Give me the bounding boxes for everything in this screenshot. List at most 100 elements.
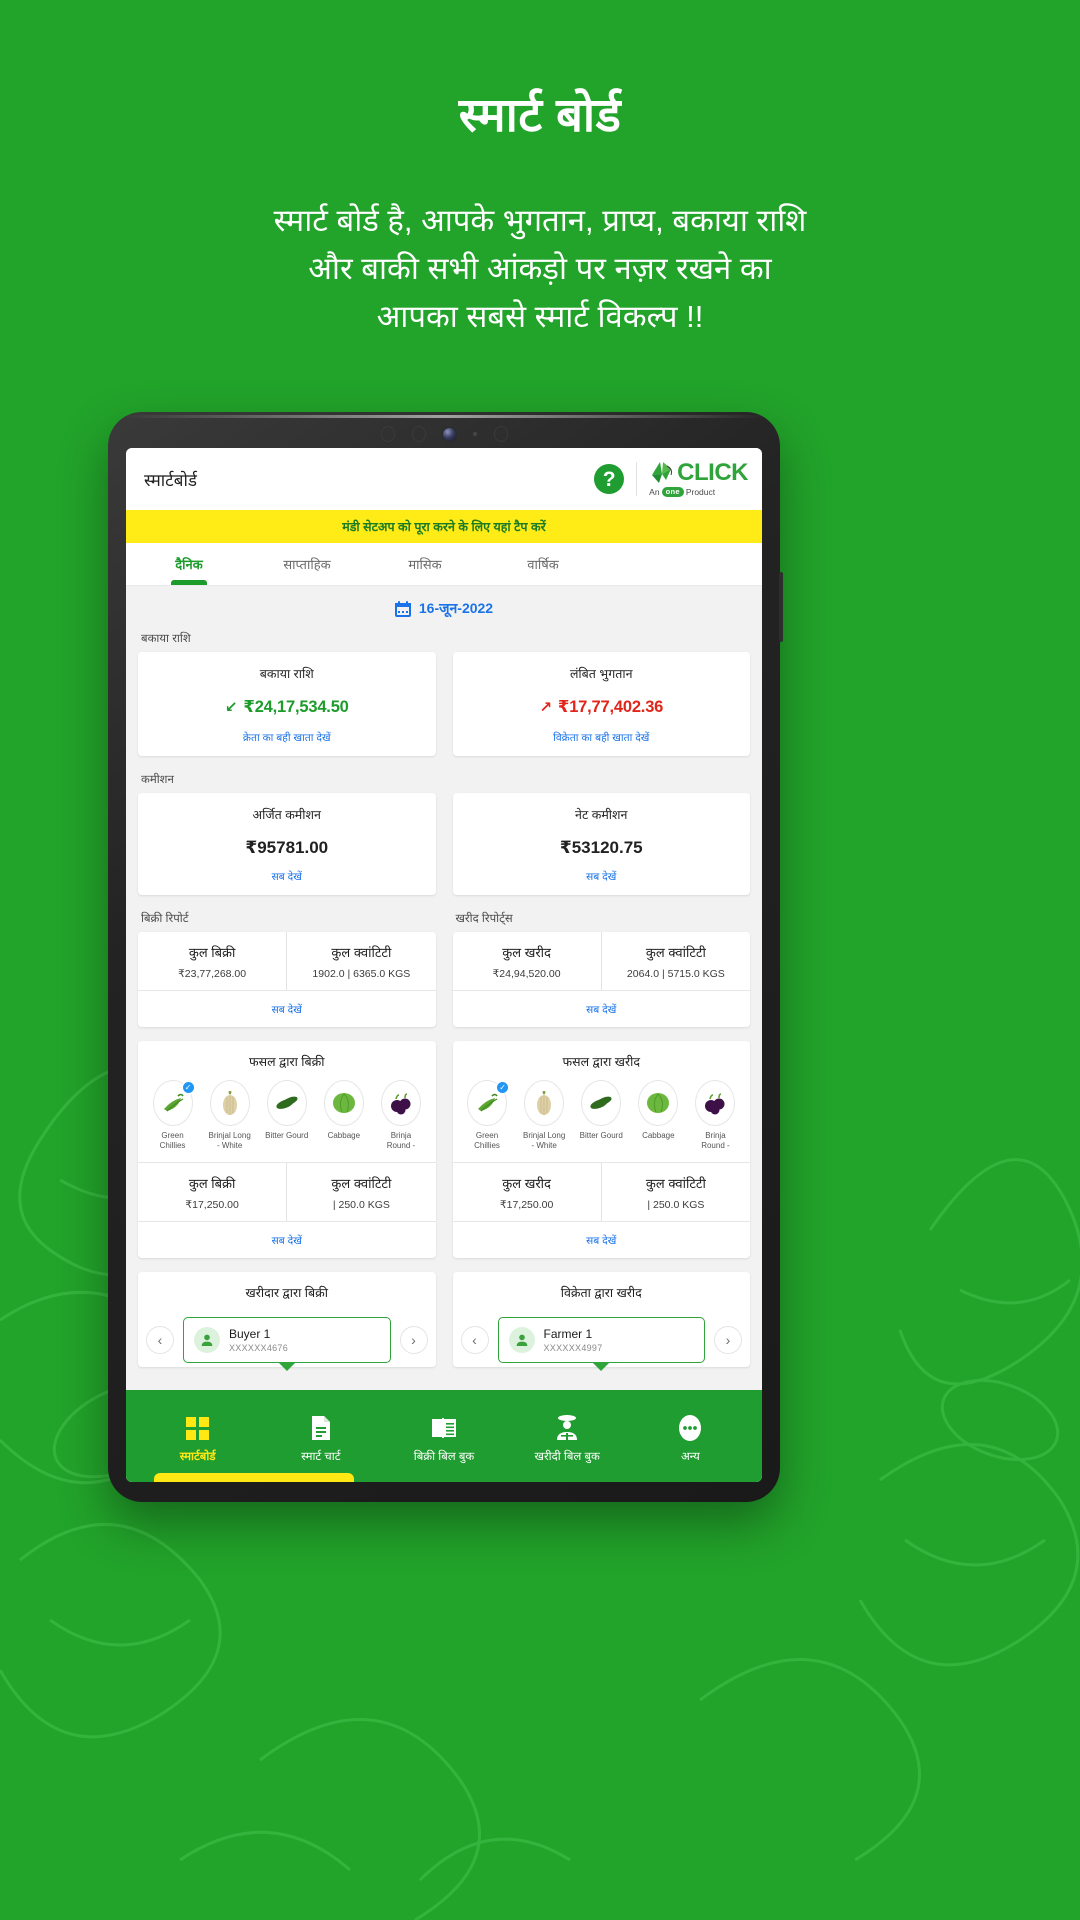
date-selector[interactable]: 16-जून-2022	[126, 586, 762, 629]
person-cards-grid: खरीदार द्वारा बिक्री ‹ Buyer 1 XXXXXX467…	[126, 1271, 762, 1381]
view-all-link[interactable]: सब देखें	[463, 870, 741, 884]
tablet-device-frame: स्मार्टबोर्ड ? CLICK An one Product मंडी…	[108, 412, 783, 1502]
nav-item-smartboard[interactable]: स्मार्टबोर्ड	[136, 1414, 259, 1464]
cabbage-icon	[323, 1080, 364, 1126]
dashboard-grid-icon	[136, 1414, 259, 1442]
device-sensor-cluster	[108, 424, 780, 444]
view-all-link[interactable]: सब देखें	[272, 1004, 302, 1016]
down-left-arrow-icon: ↙	[224, 698, 238, 716]
person-name: Buyer 1	[229, 1326, 271, 1341]
crop-item[interactable]: Brinja Round -	[373, 1080, 429, 1152]
bottom-navigation: स्मार्टबोर्ड स्मार्ट चार्ट बिक्री बिल बु…	[126, 1390, 762, 1482]
view-buyer-ledger-link[interactable]: क्रेता का बही खाता देखें	[148, 731, 426, 745]
card-title: बकाया राशि	[259, 667, 314, 681]
page-title: स्मार्ट बोर्ड	[458, 88, 622, 141]
block-title: कुल खरीद	[502, 1175, 551, 1191]
card-title: विक्रेता द्वारा खरीद	[560, 1285, 642, 1300]
device-screen: स्मार्टबोर्ड ? CLICK An one Product मंडी…	[126, 448, 762, 1482]
crop-item[interactable]: ✓ Green Chillies	[145, 1080, 201, 1152]
block-title: कुल बिक्री	[188, 945, 236, 960]
crop-name: Brinja Round -	[701, 1131, 730, 1151]
outstanding-amount-card[interactable]: बकाया राशि ↙ ₹24,17,534.50 क्रेता का बही…	[138, 652, 436, 756]
view-seller-ledger-link[interactable]: विक्रेता का बही खाता देखें	[463, 731, 741, 745]
person-name: Farmer 1	[543, 1326, 593, 1341]
view-all-link[interactable]: सब देखें	[586, 1235, 616, 1247]
crop-item[interactable]: Cabbage	[316, 1080, 372, 1152]
brand-tagline-pill: one	[661, 487, 684, 497]
purchase-by-seller-card[interactable]: विक्रेता द्वारा खरीद ‹ Farmer 1 XXXXXX49…	[452, 1271, 750, 1367]
nav-item-more[interactable]: अन्य	[629, 1414, 752, 1464]
nav-item-smart-chart[interactable]: स्मार्ट चार्ट	[259, 1414, 382, 1464]
block-value: ₹17,250.00	[499, 1198, 554, 1211]
sensor-ring-icon	[380, 426, 395, 442]
tab-weekly[interactable]: साप्ताहिक	[248, 543, 366, 585]
crop-item[interactable]: ✓ Green Chillies	[459, 1080, 515, 1152]
card-title: लंबित भुगतान	[569, 667, 633, 681]
tab-daily[interactable]: दैनिक	[130, 543, 248, 585]
farmer-icon	[506, 1414, 629, 1442]
block-title: कुल क्वांटिटी	[645, 945, 706, 960]
mandi-setup-banner[interactable]: मंडी सेटअप को पूरा करने के लिए यहां टैप …	[126, 510, 762, 543]
card-title: नेट कमीशन	[575, 808, 628, 822]
crop-total-purchase-block: कुल खरीद ₹17,250.00	[453, 1163, 601, 1221]
app-bar: स्मार्टबोर्ड ? CLICK An one Product	[126, 448, 762, 510]
outstanding-cards-grid: बकाया राशि ↙ ₹24,17,534.50 क्रेता का बही…	[126, 652, 762, 770]
crop-item[interactable]: Cabbage	[630, 1080, 686, 1152]
crop-item[interactable]: Bitter Gourd	[573, 1080, 629, 1152]
nav-label: खरीदी बिल बुक	[534, 1451, 600, 1463]
crop-item[interactable]: Brinjal Long - White	[516, 1080, 572, 1152]
card-amount: ₹53120.75	[559, 838, 643, 857]
gesture-home-bar[interactable]	[154, 1473, 354, 1482]
total-sales-block: कुल बिक्री ₹23,77,268.00	[138, 932, 286, 990]
view-all-link[interactable]: सब देखें	[586, 1004, 616, 1016]
sales-report-card[interactable]: कुल बिक्री ₹23,77,268.00 कुल क्वांटिटी 1…	[138, 932, 436, 1027]
document-chart-icon	[259, 1414, 382, 1442]
tab-monthly[interactable]: मासिक	[366, 543, 484, 585]
crop-item[interactable]: Bitter Gourd	[259, 1080, 315, 1152]
card-title: फसल द्वारा खरीद	[562, 1055, 641, 1069]
promo-subtitle-line-3: आपका सबसे स्मार्ट विकल्प !!	[376, 298, 704, 334]
pending-payment-card[interactable]: लंबित भुगतान ↗ ₹17,77,402.36 विक्रेता का…	[452, 652, 750, 756]
help-icon[interactable]: ?	[594, 464, 625, 494]
block-value: ₹17,250.00	[185, 1198, 239, 1211]
crop-name: Brinjal Long - White	[208, 1131, 251, 1151]
sales-by-buyer-card[interactable]: खरीदार द्वारा बिक्री ‹ Buyer 1 XXXXXX467…	[138, 1271, 436, 1367]
brinjal-white-icon	[524, 1080, 565, 1126]
commission-cards-grid: अर्जित कमीशन ₹95781.00 सब देखें नेट कमीश…	[126, 793, 762, 909]
block-title: कुल बिक्री	[188, 1175, 236, 1191]
tab-yearly[interactable]: वार्षिक	[484, 543, 602, 585]
crop-item[interactable]: Brinjal Long - White	[202, 1080, 258, 1152]
avatar	[508, 1326, 535, 1353]
crop-item[interactable]: Brinja Round -	[687, 1080, 743, 1152]
crop-name: Bitter Gourd	[579, 1131, 623, 1140]
brand-tagline: An one Product	[649, 487, 715, 497]
sales-crop-list: ✓ Green Chillies Brinjal Long - White Bi…	[138, 1080, 436, 1162]
view-all-link[interactable]: सब देखें	[148, 870, 426, 884]
period-tabs: दैनिक साप्ताहिक मासिक वार्षिक	[126, 543, 762, 586]
chevron-right-icon[interactable]: ›	[714, 1325, 742, 1354]
nav-item-sales-bill-book[interactable]: बिक्री बिल बुक	[382, 1414, 505, 1464]
net-commission-card[interactable]: नेट कमीशन ₹53120.75 सब देखें	[452, 793, 750, 895]
buyer-chip[interactable]: Buyer 1 XXXXXX4676	[183, 1316, 391, 1363]
earned-commission-card[interactable]: अर्जित कमीशन ₹95781.00 सब देखें	[138, 793, 436, 895]
commission-section-labels: कमीशन	[126, 770, 762, 793]
front-camera-icon	[442, 427, 456, 441]
chevron-left-icon[interactable]: ‹	[146, 1325, 174, 1354]
up-right-arrow-icon: ↗	[539, 698, 552, 716]
selected-date: 16-जून-2022	[418, 600, 494, 616]
report-cards-grid: कुल बिक्री ₹23,77,268.00 कुल क्वांटिटी 1…	[126, 932, 762, 1041]
block-value: | 250.0 KGS	[647, 1198, 705, 1211]
nav-item-purchase-bill-book[interactable]: खरीदी बिल बुक	[506, 1414, 629, 1464]
farmer-chip[interactable]: Farmer 1 XXXXXX4997	[497, 1316, 705, 1363]
purchase-report-card[interactable]: कुल खरीद ₹24,94,520.00 कुल क्वांटिटी 206…	[452, 932, 750, 1027]
crop-name: Cabbage	[642, 1131, 675, 1140]
chevron-right-icon[interactable]: ›	[399, 1325, 428, 1354]
chevron-left-icon[interactable]: ‹	[460, 1325, 489, 1354]
crop-name: Bitter Gourd	[265, 1131, 309, 1140]
brand-tagline-post: Product	[685, 486, 716, 497]
section-label-sales-report: बिक्री रिपोर्ट	[141, 913, 189, 925]
purchase-by-crop-card[interactable]: फसल द्वारा खरीद ✓ Green Chillies Brinjal…	[452, 1041, 750, 1258]
sales-by-crop-card[interactable]: फसल द्वारा बिक्री ✓ Green Chillies Brinj…	[138, 1041, 436, 1258]
view-all-link[interactable]: सब देखें	[272, 1235, 302, 1247]
nav-label: अन्य	[680, 1451, 700, 1463]
